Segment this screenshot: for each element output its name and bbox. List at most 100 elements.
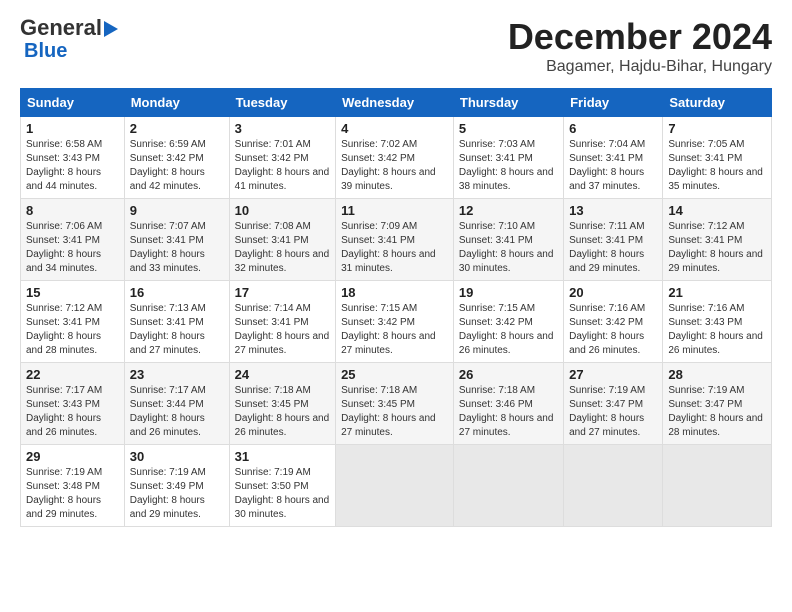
day-number: 8 [26, 203, 119, 218]
calendar-week-row: 15 Sunrise: 7:12 AMSunset: 3:41 PMDaylig… [21, 281, 772, 363]
weekday-header: Tuesday [229, 89, 335, 117]
day-info: Sunrise: 7:15 AMSunset: 3:42 PMDaylight:… [341, 303, 436, 356]
weekday-header: Thursday [453, 89, 563, 117]
page-header: General Blue December 2024 Bagamer, Hajd… [20, 16, 772, 76]
day-number: 15 [26, 285, 119, 300]
day-number: 21 [668, 285, 766, 300]
day-info: Sunrise: 7:10 AMSunset: 3:41 PMDaylight:… [459, 221, 554, 274]
calendar-day-cell [453, 445, 563, 527]
calendar-day-cell: 6 Sunrise: 7:04 AMSunset: 3:41 PMDayligh… [564, 117, 663, 199]
calendar-day-cell: 8 Sunrise: 7:06 AMSunset: 3:41 PMDayligh… [21, 199, 125, 281]
day-number: 3 [235, 121, 330, 136]
day-info: Sunrise: 7:16 AMSunset: 3:43 PMDaylight:… [668, 303, 763, 356]
day-info: Sunrise: 7:19 AMSunset: 3:49 PMDaylight:… [130, 467, 206, 520]
calendar-day-cell: 15 Sunrise: 7:12 AMSunset: 3:41 PMDaylig… [21, 281, 125, 363]
day-info: Sunrise: 7:01 AMSunset: 3:42 PMDaylight:… [235, 139, 330, 192]
logo-blue-text: Blue [24, 40, 67, 62]
day-info: Sunrise: 7:18 AMSunset: 3:45 PMDaylight:… [235, 385, 330, 438]
calendar-day-cell: 4 Sunrise: 7:02 AMSunset: 3:42 PMDayligh… [336, 117, 454, 199]
day-info: Sunrise: 6:59 AMSunset: 3:42 PMDaylight:… [130, 139, 206, 192]
calendar-day-cell: 19 Sunrise: 7:15 AMSunset: 3:42 PMDaylig… [453, 281, 563, 363]
day-info: Sunrise: 7:19 AMSunset: 3:47 PMDaylight:… [569, 385, 645, 438]
calendar-day-cell: 5 Sunrise: 7:03 AMSunset: 3:41 PMDayligh… [453, 117, 563, 199]
calendar-day-cell: 13 Sunrise: 7:11 AMSunset: 3:41 PMDaylig… [564, 199, 663, 281]
day-number: 11 [341, 203, 448, 218]
day-number: 10 [235, 203, 330, 218]
day-info: Sunrise: 7:09 AMSunset: 3:41 PMDaylight:… [341, 221, 436, 274]
day-number: 13 [569, 203, 657, 218]
day-number: 25 [341, 367, 448, 382]
calendar-day-cell: 3 Sunrise: 7:01 AMSunset: 3:42 PMDayligh… [229, 117, 335, 199]
calendar-day-cell: 2 Sunrise: 6:59 AMSunset: 3:42 PMDayligh… [124, 117, 229, 199]
day-info: Sunrise: 7:19 AMSunset: 3:47 PMDaylight:… [668, 385, 763, 438]
calendar-day-cell: 14 Sunrise: 7:12 AMSunset: 3:41 PMDaylig… [663, 199, 772, 281]
day-number: 1 [26, 121, 119, 136]
calendar-day-cell: 26 Sunrise: 7:18 AMSunset: 3:46 PMDaylig… [453, 363, 563, 445]
calendar-subtitle: Bagamer, Hajdu-Bihar, Hungary [508, 58, 772, 76]
day-number: 26 [459, 367, 558, 382]
day-info: Sunrise: 7:13 AMSunset: 3:41 PMDaylight:… [130, 303, 206, 356]
logo: General Blue [20, 16, 118, 62]
day-number: 6 [569, 121, 657, 136]
day-info: Sunrise: 7:06 AMSunset: 3:41 PMDaylight:… [26, 221, 102, 274]
logo-text: General [20, 16, 118, 40]
calendar-day-cell [663, 445, 772, 527]
day-info: Sunrise: 7:12 AMSunset: 3:41 PMDaylight:… [668, 221, 763, 274]
day-info: Sunrise: 7:18 AMSunset: 3:45 PMDaylight:… [341, 385, 436, 438]
title-block: December 2024 Bagamer, Hajdu-Bihar, Hung… [508, 16, 772, 76]
day-info: Sunrise: 7:15 AMSunset: 3:42 PMDaylight:… [459, 303, 554, 356]
day-number: 5 [459, 121, 558, 136]
day-info: Sunrise: 7:04 AMSunset: 3:41 PMDaylight:… [569, 139, 645, 192]
weekday-header: Wednesday [336, 89, 454, 117]
day-info: Sunrise: 6:58 AMSunset: 3:43 PMDaylight:… [26, 139, 102, 192]
day-number: 29 [26, 449, 119, 464]
day-info: Sunrise: 7:11 AMSunset: 3:41 PMDaylight:… [569, 221, 644, 274]
calendar-day-cell: 29 Sunrise: 7:19 AMSunset: 3:48 PMDaylig… [21, 445, 125, 527]
day-number: 7 [668, 121, 766, 136]
day-number: 17 [235, 285, 330, 300]
day-number: 4 [341, 121, 448, 136]
calendar-day-cell: 1 Sunrise: 6:58 AMSunset: 3:43 PMDayligh… [21, 117, 125, 199]
day-info: Sunrise: 7:12 AMSunset: 3:41 PMDaylight:… [26, 303, 102, 356]
day-info: Sunrise: 7:05 AMSunset: 3:41 PMDaylight:… [668, 139, 763, 192]
calendar-day-cell [564, 445, 663, 527]
day-number: 23 [130, 367, 224, 382]
calendar-week-row: 22 Sunrise: 7:17 AMSunset: 3:43 PMDaylig… [21, 363, 772, 445]
day-info: Sunrise: 7:03 AMSunset: 3:41 PMDaylight:… [459, 139, 554, 192]
day-number: 30 [130, 449, 224, 464]
day-number: 22 [26, 367, 119, 382]
day-info: Sunrise: 7:17 AMSunset: 3:43 PMDaylight:… [26, 385, 102, 438]
calendar-day-cell: 16 Sunrise: 7:13 AMSunset: 3:41 PMDaylig… [124, 281, 229, 363]
day-number: 14 [668, 203, 766, 218]
calendar-day-cell: 7 Sunrise: 7:05 AMSunset: 3:41 PMDayligh… [663, 117, 772, 199]
day-info: Sunrise: 7:16 AMSunset: 3:42 PMDaylight:… [569, 303, 645, 356]
day-info: Sunrise: 7:08 AMSunset: 3:41 PMDaylight:… [235, 221, 330, 274]
calendar-day-cell: 31 Sunrise: 7:19 AMSunset: 3:50 PMDaylig… [229, 445, 335, 527]
calendar-day-cell: 21 Sunrise: 7:16 AMSunset: 3:43 PMDaylig… [663, 281, 772, 363]
calendar-day-cell: 17 Sunrise: 7:14 AMSunset: 3:41 PMDaylig… [229, 281, 335, 363]
calendar-week-row: 8 Sunrise: 7:06 AMSunset: 3:41 PMDayligh… [21, 199, 772, 281]
calendar-day-cell: 18 Sunrise: 7:15 AMSunset: 3:42 PMDaylig… [336, 281, 454, 363]
calendar-day-cell: 30 Sunrise: 7:19 AMSunset: 3:49 PMDaylig… [124, 445, 229, 527]
calendar-day-cell: 10 Sunrise: 7:08 AMSunset: 3:41 PMDaylig… [229, 199, 335, 281]
day-number: 12 [459, 203, 558, 218]
day-number: 2 [130, 121, 224, 136]
calendar-header: SundayMondayTuesdayWednesdayThursdayFrid… [21, 89, 772, 117]
day-number: 24 [235, 367, 330, 382]
day-number: 18 [341, 285, 448, 300]
calendar-week-row: 29 Sunrise: 7:19 AMSunset: 3:48 PMDaylig… [21, 445, 772, 527]
day-info: Sunrise: 7:14 AMSunset: 3:41 PMDaylight:… [235, 303, 330, 356]
calendar-day-cell: 22 Sunrise: 7:17 AMSunset: 3:43 PMDaylig… [21, 363, 125, 445]
day-info: Sunrise: 7:07 AMSunset: 3:41 PMDaylight:… [130, 221, 206, 274]
day-number: 31 [235, 449, 330, 464]
day-number: 20 [569, 285, 657, 300]
day-info: Sunrise: 7:02 AMSunset: 3:42 PMDaylight:… [341, 139, 436, 192]
weekday-header: Monday [124, 89, 229, 117]
day-number: 27 [569, 367, 657, 382]
weekday-header: Friday [564, 89, 663, 117]
calendar-day-cell: 11 Sunrise: 7:09 AMSunset: 3:41 PMDaylig… [336, 199, 454, 281]
calendar-day-cell: 9 Sunrise: 7:07 AMSunset: 3:41 PMDayligh… [124, 199, 229, 281]
calendar-day-cell [336, 445, 454, 527]
calendar-day-cell: 25 Sunrise: 7:18 AMSunset: 3:45 PMDaylig… [336, 363, 454, 445]
day-info: Sunrise: 7:19 AMSunset: 3:50 PMDaylight:… [235, 467, 330, 520]
